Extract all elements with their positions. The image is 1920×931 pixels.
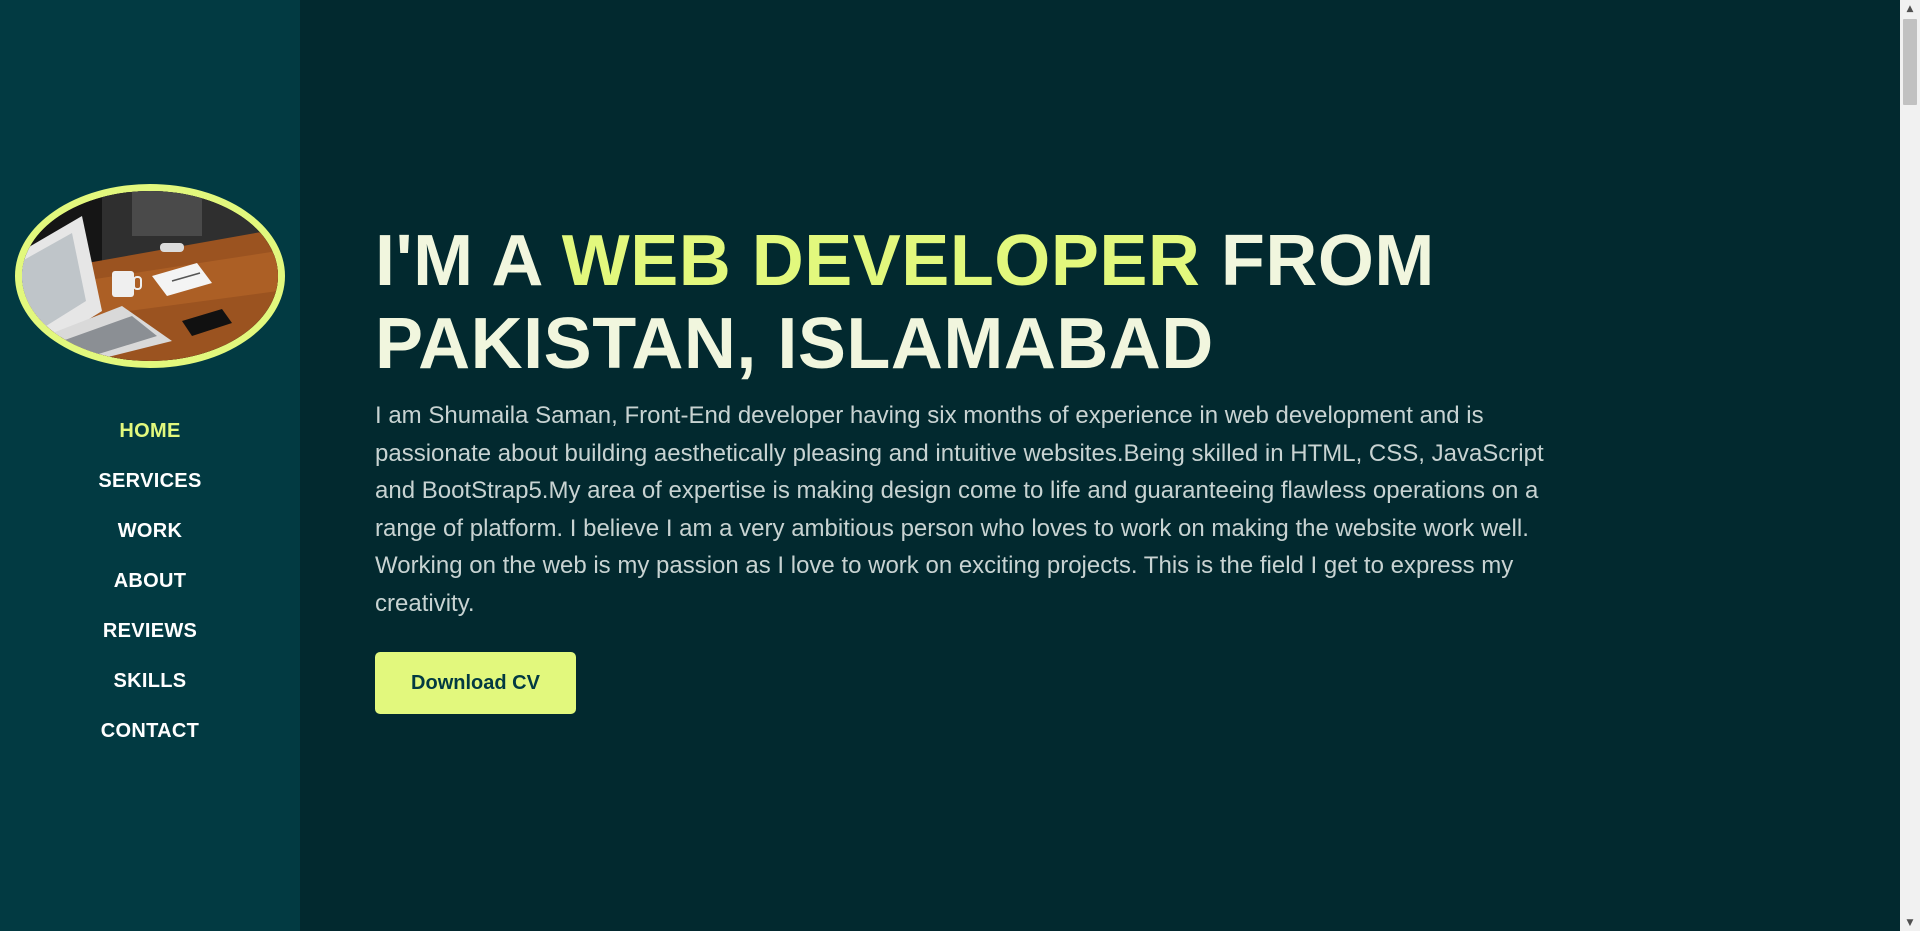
nav-item-services: SERVICES [0, 456, 300, 506]
nav-link-contact[interactable]: CONTACT [101, 720, 199, 743]
nav-item-work: WORK [0, 506, 300, 556]
laptop-desk-image [22, 191, 278, 361]
nav-link-about[interactable]: ABOUT [114, 570, 187, 593]
nav-item-contact: CONTACT [0, 706, 300, 756]
nav-link-home[interactable]: HOME [119, 420, 180, 443]
hero-intro: I am Shumaila Saman, Front-End developer… [375, 402, 1544, 617]
nav-item-home: HOME [0, 406, 300, 456]
hero-section: I'M A WEB DEVELOPER FROM PAKISTAN, ISLAM… [300, 0, 1900, 931]
nav-link-skills[interactable]: SKILLS [114, 670, 187, 693]
sidebar: HOME SERVICES WORK ABOUT REVIEWS SKILLS … [0, 0, 300, 931]
portfolio-page: HOME SERVICES WORK ABOUT REVIEWS SKILLS … [0, 0, 1920, 931]
headline-accent: WEB DEVELOPER [561, 221, 1201, 301]
avatar [15, 184, 285, 368]
scroll-down-icon[interactable]: ▼ [1900, 914, 1920, 931]
nav-link-reviews[interactable]: REVIEWS [103, 620, 197, 643]
scroll-up-icon[interactable]: ▲ [1900, 0, 1920, 17]
nav-item-reviews: REVIEWS [0, 606, 300, 656]
hero-headline: I'M A WEB DEVELOPER FROM PAKISTAN, ISLAM… [375, 220, 1625, 386]
nav-item-about: ABOUT [0, 556, 300, 606]
main-nav: HOME SERVICES WORK ABOUT REVIEWS SKILLS … [0, 406, 300, 756]
scroll-thumb[interactable] [1903, 19, 1917, 105]
nav-link-services[interactable]: SERVICES [98, 470, 201, 493]
headline-prefix: I'M A [375, 221, 542, 301]
nav-link-work[interactable]: WORK [118, 520, 183, 543]
download-cv-button[interactable]: Download CV [375, 652, 576, 714]
nav-item-skills: SKILLS [0, 656, 300, 706]
scrollbar[interactable]: ▲ ▼ [1900, 0, 1920, 931]
